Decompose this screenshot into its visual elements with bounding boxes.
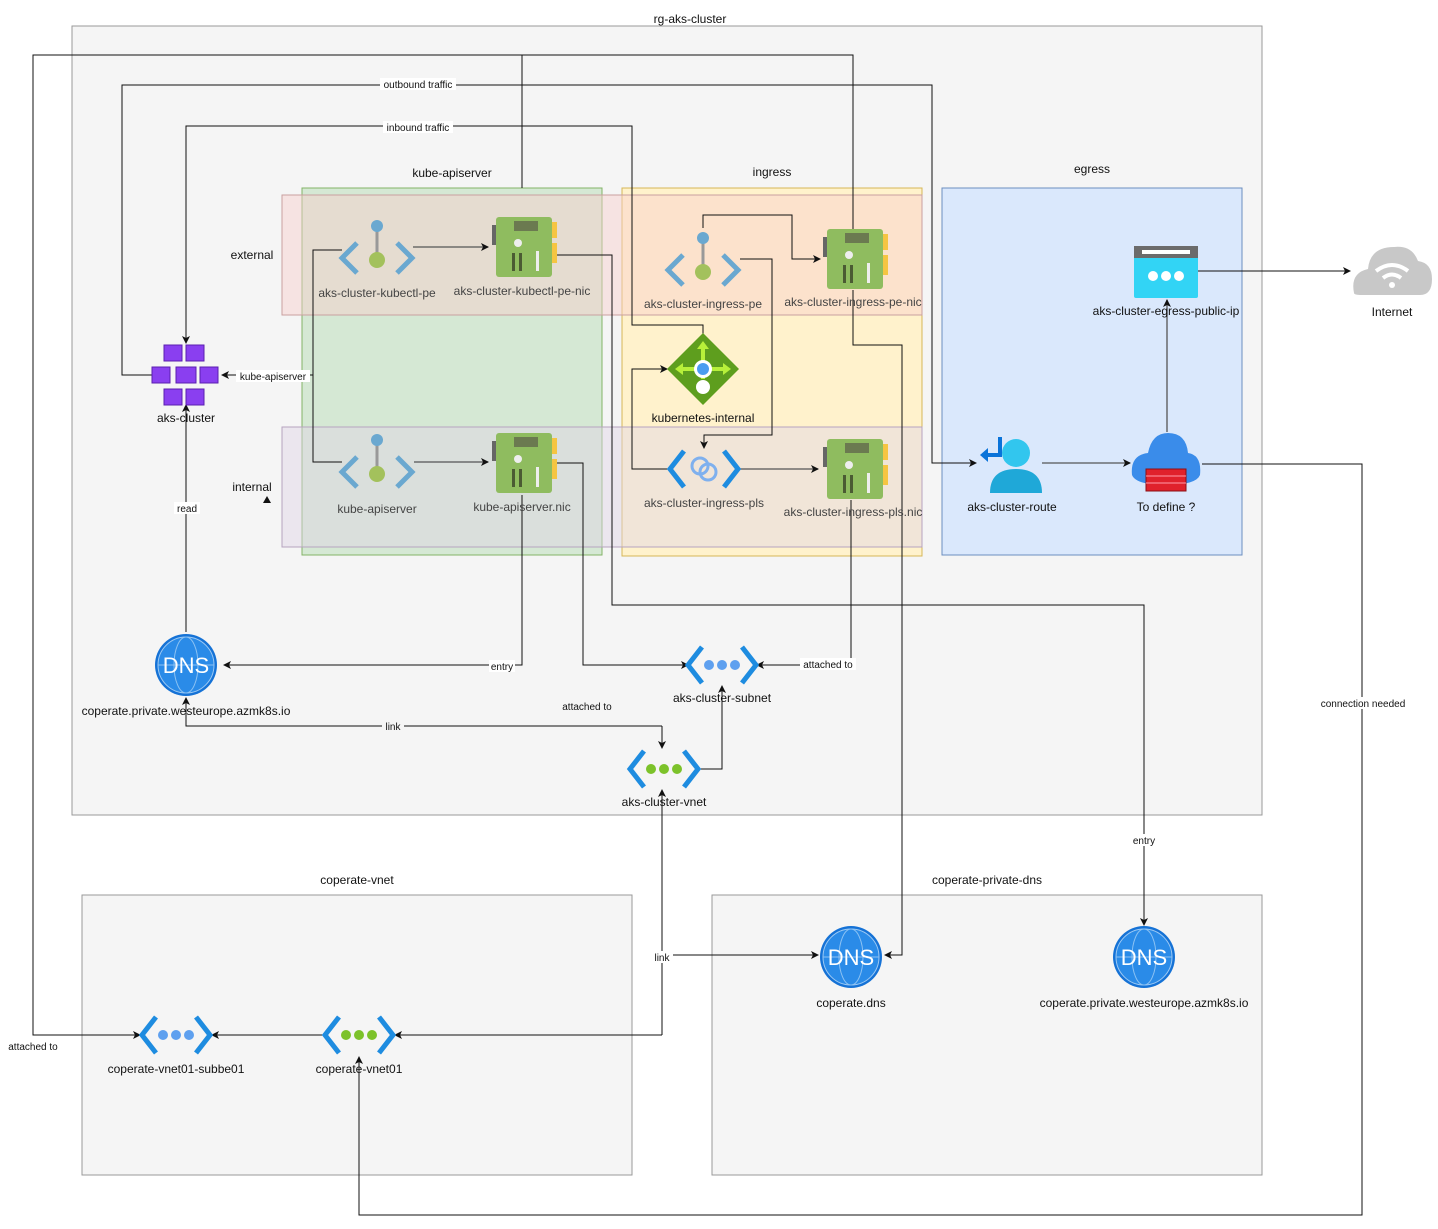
group-title: coperate-private-dns	[932, 873, 1042, 887]
edge-label: connection needed	[1321, 699, 1406, 710]
edge-label: read	[177, 504, 197, 515]
zone-title: external	[231, 248, 274, 262]
node-internet[interactable]: Internet	[1353, 246, 1432, 319]
edge-label: entry	[491, 662, 513, 673]
edge-label: attached to	[8, 1042, 58, 1053]
edge-label: outbound traffic	[384, 80, 453, 91]
edge-label: inbound traffic	[387, 123, 450, 134]
edge-label: entry	[1133, 836, 1155, 847]
network-interface-icon	[823, 229, 888, 289]
network-interface-icon	[492, 217, 557, 277]
node-label: aks-cluster-vnet	[622, 795, 707, 809]
edge-label: attached to	[562, 702, 612, 713]
internet-cloud-icon	[1353, 246, 1432, 295]
node-label: aks-cluster-route	[967, 500, 1057, 514]
group-title: egress	[1074, 162, 1110, 176]
edge-label: link	[385, 722, 401, 733]
dns-icon-text: DNS	[163, 653, 209, 678]
group-coperate-private-dns	[711, 894, 1263, 1176]
node-label: aks-cluster-egress-public-ip	[1093, 304, 1240, 318]
edge-label: attached to	[803, 660, 853, 671]
edge-label: kube-apiserver	[240, 372, 307, 383]
edge-label: link	[654, 953, 670, 964]
node-label: aks-cluster-ingress-pe-nic	[784, 295, 921, 309]
node-label: coperate-vnet01-subbe01	[108, 1062, 245, 1076]
public-ip-icon	[1134, 246, 1198, 298]
network-interface-icon	[492, 433, 557, 493]
node-label: aks-cluster-kubectl-pe-nic	[454, 284, 591, 298]
node-label: kubernetes-internal	[652, 411, 755, 425]
zone-title: internal	[232, 480, 271, 494]
network-interface-icon	[823, 439, 888, 499]
node-label: kube-apiserver	[337, 502, 416, 516]
node-label: aks-cluster-ingress-pls.nic	[784, 505, 923, 519]
node-label: coperate.dns	[816, 996, 885, 1010]
dns-icon-text: DNS	[1121, 945, 1167, 970]
node-label: coperate.private.westeurope.azmk8s.io	[82, 704, 291, 718]
node-label: coperate-vnet01	[316, 1062, 403, 1076]
node-label: To define ?	[1137, 500, 1196, 514]
group-title: rg-aks-cluster	[654, 12, 727, 26]
dns-icon-text: DNS	[828, 945, 874, 970]
node-label: coperate.private.westeurope.azmk8s.io	[1040, 996, 1249, 1010]
node-label: aks-cluster-subnet	[673, 691, 772, 705]
node-label: Internet	[1372, 305, 1413, 319]
node-coperate-dns[interactable]: DNS coperate.dns	[816, 925, 886, 1010]
group-title: coperate-vnet	[320, 873, 394, 887]
group-title: kube-apiserver	[412, 166, 491, 180]
node-label: kube-apiserver.nic	[473, 500, 570, 514]
node-label: aks-cluster-kubectl-pe	[318, 286, 436, 300]
group-title: ingress	[753, 165, 792, 179]
node-label: aks-cluster-ingress-pe	[644, 297, 762, 311]
node-label: aks-cluster	[157, 411, 215, 425]
architecture-diagram: rg-aks-cluster kube-apiserver ingress ex…	[4, 12, 1432, 1216]
node-label: aks-cluster-ingress-pls	[644, 496, 764, 510]
